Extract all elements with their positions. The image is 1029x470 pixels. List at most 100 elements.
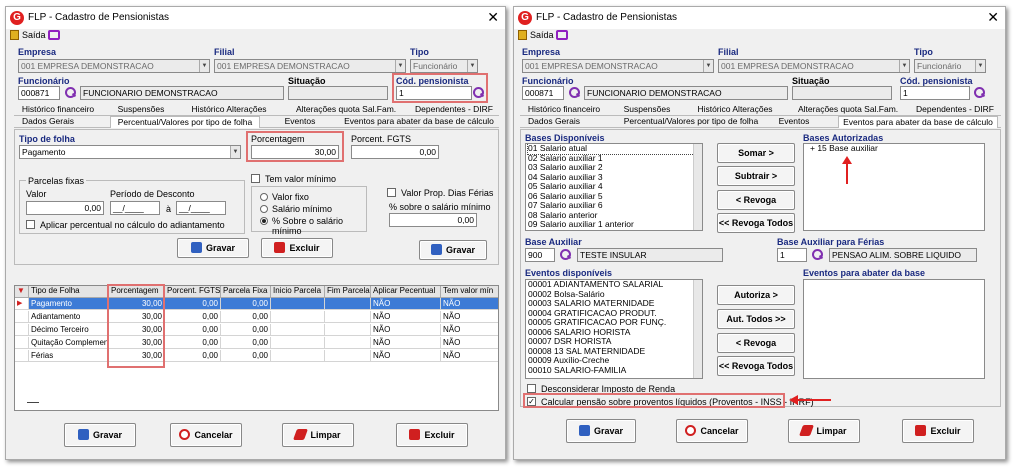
somar-button[interactable]: Somar > (717, 143, 795, 163)
table-cell[interactable]: NÃO (441, 324, 498, 336)
tab-eventos[interactable]: Eventos (774, 116, 814, 128)
row-indicator[interactable]: ▶ (15, 298, 29, 310)
tab-percentual-valores[interactable]: Percentual/Valores por tipo de folha (616, 116, 766, 128)
table-cell[interactable]: 0,00 (165, 311, 221, 323)
row-indicator[interactable] (15, 324, 29, 336)
table-cell[interactable]: NÃO (441, 350, 498, 362)
list-item[interactable]: + 15 Base auxiliar (806, 144, 984, 154)
filial-select[interactable]: 001 EMPRESA DEMONSTRACAO ▼ (718, 59, 910, 73)
table-cell[interactable] (325, 324, 371, 336)
cod-pensionista-input[interactable]: 1 (900, 86, 970, 100)
base-auxiliar-ferias-code-input[interactable]: 1 (777, 248, 807, 262)
base-auxiliar-code-input[interactable]: 900 (525, 248, 555, 262)
bases-autorizadas-list[interactable]: + 15 Base auxiliar (803, 143, 985, 231)
tab-historico-alteracoes[interactable]: Histórico Alterações (184, 104, 274, 116)
list-item[interactable]: 00010 SALARIO-FAMILIA (528, 365, 702, 376)
table-cell[interactable]: 0,00 (221, 298, 271, 310)
empresa-select[interactable]: 001 EMPRESA DEMONSTRACAO ▼ (18, 59, 210, 73)
pct-salario-radio[interactable] (260, 217, 268, 225)
tab-percentual-valores[interactable]: Percentual/Valores por tipo de folha (110, 116, 260, 128)
funcionario-code-input[interactable]: 000871 (18, 86, 60, 100)
revoga-button[interactable]: < Revoga (717, 190, 795, 210)
table-cell[interactable]: 0,00 (221, 324, 271, 336)
table-cell[interactable]: Pagamento (29, 298, 109, 310)
table-cell[interactable]: Quitação Complementar (29, 337, 109, 349)
table-cell[interactable] (325, 350, 371, 362)
search-icon[interactable] (65, 87, 76, 98)
footer-excluir-button[interactable]: Excluir (396, 423, 468, 447)
revoga-eventos-button[interactable]: < Revoga (717, 333, 795, 353)
table-cell[interactable]: NÃO (371, 337, 441, 349)
table-cell[interactable]: Adiantamento (29, 311, 109, 323)
table-cell[interactable]: NÃO (441, 298, 498, 310)
row-indicator[interactable] (15, 350, 29, 362)
filial-select[interactable]: 001 EMPRESA DEMONSTRACAO ▼ (214, 59, 406, 73)
footer-gravar-button[interactable]: Gravar (64, 423, 136, 447)
subtrair-button[interactable]: Subtrair > (717, 166, 795, 186)
table-cell[interactable]: 0,00 (165, 324, 221, 336)
tab-dados-gerais[interactable]: Dados Gerais (524, 116, 584, 128)
aplicar-checkbox[interactable] (26, 220, 35, 229)
footer-gravar-button[interactable]: Gravar (566, 419, 636, 443)
revoga-todos-eventos-button[interactable]: << Revoga Todos (717, 356, 795, 376)
table-cell[interactable]: 0,00 (221, 337, 271, 349)
table-cell[interactable] (271, 311, 325, 323)
tipo-select[interactable]: Funcionário ▼ (914, 59, 986, 73)
excluir-button[interactable]: Excluir (261, 238, 333, 258)
tab-historico-financeiro[interactable]: Histórico financeiro (18, 104, 98, 116)
tab-dependentes-dirf[interactable]: Dependentes - DIRF (412, 104, 496, 116)
tab-dependentes-dirf[interactable]: Dependentes - DIRF (912, 104, 998, 116)
tab-eventos-abater[interactable]: Eventos para abater da base de cálculo (340, 116, 498, 128)
valor-prop-checkbox[interactable] (387, 188, 396, 197)
list-item[interactable]: 09 Salario auxiliar 1 anterior (528, 219, 702, 230)
footer-cancelar-button[interactable]: Cancelar (676, 419, 748, 443)
table-cell[interactable]: NÃO (441, 311, 498, 323)
close-icon[interactable]: ✕ (987, 9, 999, 26)
funcionario-code-input[interactable]: 000871 (522, 86, 564, 100)
pct-sal-min-input[interactable]: 0,00 (389, 213, 477, 227)
table-cell[interactable] (271, 298, 325, 310)
row-indicator[interactable] (15, 311, 29, 323)
table-cell[interactable] (325, 337, 371, 349)
footer-cancelar-button[interactable]: Cancelar (170, 423, 242, 447)
close-icon[interactable]: ✕ (487, 9, 499, 26)
table-cell[interactable]: Férias (29, 350, 109, 362)
table-cell[interactable]: 0,00 (165, 298, 221, 310)
eventos-disponiveis-list[interactable]: 00001 ADIANTAMENTO SALARIAL 00002 Bolsa-S… (525, 279, 703, 379)
table-cell[interactable] (325, 298, 371, 310)
porcent-fgts-input[interactable]: 0,00 (351, 145, 439, 159)
periodo-to-input[interactable]: __/____ (176, 201, 226, 215)
gravar-button[interactable]: Gravar (177, 238, 249, 258)
valor-input[interactable]: 0,00 (26, 201, 104, 215)
tipo-select[interactable]: Funcionário ▼ (410, 59, 478, 73)
valor-fixo-radio[interactable] (260, 193, 268, 201)
table-cell[interactable]: NÃO (371, 350, 441, 362)
salario-minimo-radio[interactable] (260, 205, 268, 213)
autoriza-button[interactable]: Autoriza > (717, 285, 795, 305)
tab-dados-gerais[interactable]: Dados Gerais (18, 116, 78, 128)
grid-header[interactable]: Aplicar Pecentual (371, 286, 441, 298)
periodo-from-input[interactable]: __/____ (110, 201, 160, 215)
aut-todos-button[interactable]: Aut. Todos >> (717, 309, 795, 329)
grid-header[interactable]: Porcent. FGTS (165, 286, 221, 298)
search-icon[interactable] (560, 249, 571, 260)
table-cell[interactable]: 0,00 (165, 350, 221, 362)
chat-icon[interactable] (556, 30, 568, 40)
table-cell[interactable]: NÃO (371, 311, 441, 323)
tipo-folha-select[interactable]: Pagamento ▼ (19, 145, 241, 159)
eventos-abater-list[interactable] (803, 279, 985, 379)
search-icon[interactable] (974, 87, 985, 98)
table-cell[interactable]: NÃO (371, 298, 441, 310)
tab-eventos-abater[interactable]: Eventos para abater da base de cálculo (838, 116, 998, 128)
tab-historico-financeiro[interactable]: Histórico financeiro (524, 104, 604, 116)
row-indicator[interactable] (15, 337, 29, 349)
tab-suspensoes[interactable]: Suspensões (614, 104, 680, 116)
table-cell[interactable]: 0,00 (221, 311, 271, 323)
revoga-todos-button[interactable]: << Revoga Todos (717, 213, 795, 233)
tab-eventos[interactable]: Eventos (280, 116, 320, 128)
table-cell[interactable]: 0,00 (165, 337, 221, 349)
table-cell[interactable]: Décimo Terceiro (29, 324, 109, 336)
bases-disponiveis-list[interactable]: 01 Salario atual 02 Salario auxiliar 1 03 … (525, 143, 703, 231)
table-cell[interactable] (271, 337, 325, 349)
tab-suspensoes[interactable]: Suspensões (108, 104, 174, 116)
